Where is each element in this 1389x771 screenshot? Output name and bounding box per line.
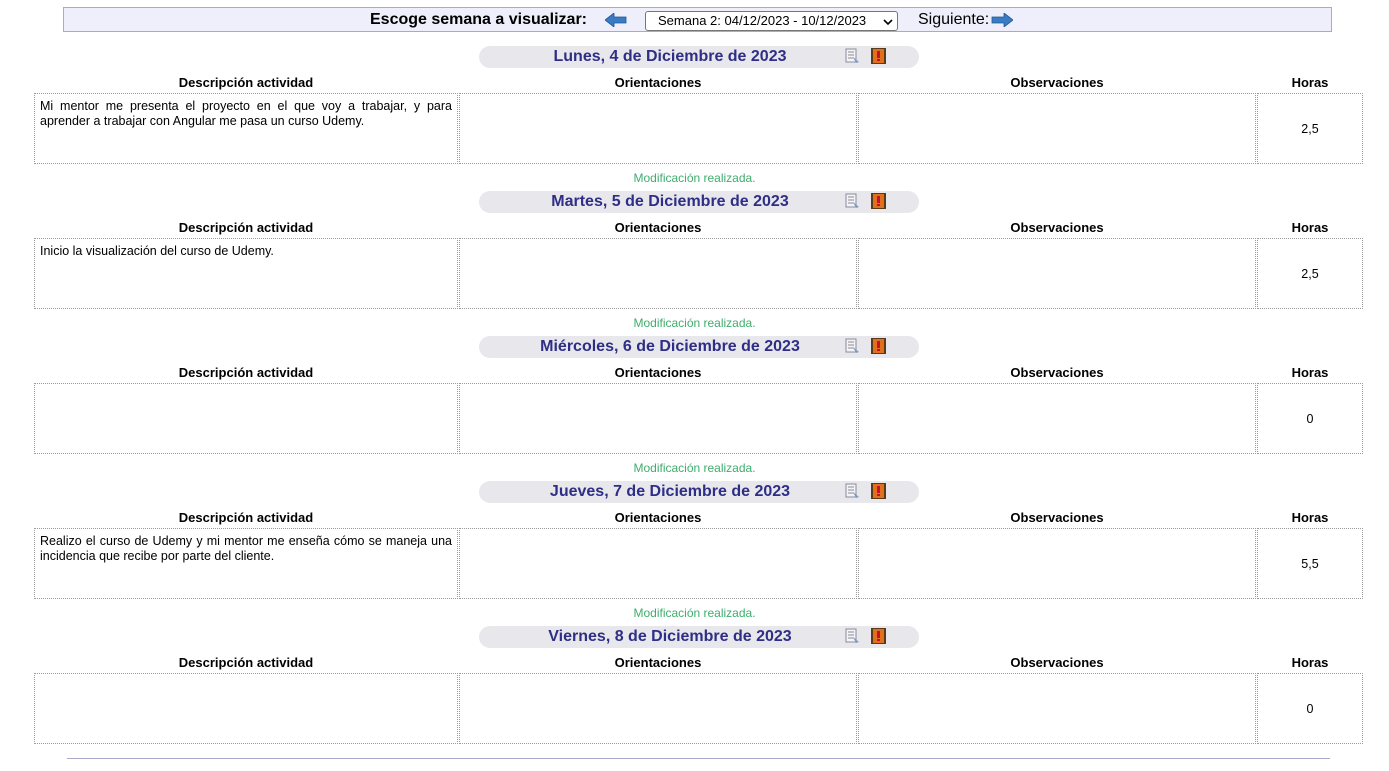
- print-document-icon[interactable]: [844, 193, 860, 209]
- day-header: Lunes, 4 de Diciembre de 2023: [479, 46, 919, 68]
- orientations-cell[interactable]: [459, 93, 857, 164]
- week-select-value: Semana 2: 04/12/2023 - 10/12/2023: [658, 13, 867, 28]
- description-cell[interactable]: Realizo el curso de Udemy y mi mentor me…: [34, 528, 458, 599]
- hours-cell[interactable]: 5,5: [1257, 528, 1363, 599]
- print-document-icon[interactable]: [844, 628, 860, 644]
- column-header-orientations: Orientaciones: [614, 510, 702, 525]
- day-header: Viernes, 8 de Diciembre de 2023: [479, 626, 919, 648]
- description-cell[interactable]: Mi mentor me presenta el proyecto en el …: [34, 93, 458, 164]
- book-icon[interactable]: [870, 627, 887, 645]
- day-title: Jueves, 7 de Diciembre de 2023: [549, 483, 791, 500]
- print-document-icon[interactable]: [844, 48, 860, 64]
- orientations-cell[interactable]: [459, 383, 857, 454]
- day-title: Miércoles, 6 de Diciembre de 2023: [540, 338, 800, 355]
- column-header-description: Descripción actividad: [178, 655, 314, 670]
- week-selector-label: Escoge semana a visualizar:: [370, 11, 587, 28]
- arrow-right-icon[interactable]: [991, 13, 1013, 27]
- orientations-cell[interactable]: [459, 673, 857, 744]
- day-header: Martes, 5 de Diciembre de 2023: [479, 191, 919, 213]
- column-header-description: Descripción actividad: [178, 365, 314, 380]
- column-header-description: Descripción actividad: [178, 510, 314, 525]
- status-message: Modificación realizada.: [633, 606, 756, 620]
- week-selector-bar: Escoge semana a visualizar: Semana 2: 04…: [63, 7, 1332, 32]
- column-header-observations: Observaciones: [1010, 220, 1104, 235]
- observations-cell[interactable]: [858, 528, 1256, 599]
- status-message: Modificación realizada.: [633, 316, 756, 330]
- column-header-description: Descripción actividad: [178, 75, 314, 90]
- column-header-orientations: Orientaciones: [614, 655, 702, 670]
- hours-cell[interactable]: 2,5: [1257, 93, 1363, 164]
- print-document-icon[interactable]: [844, 338, 860, 354]
- observations-cell[interactable]: [858, 238, 1256, 309]
- column-header-observations: Observaciones: [1010, 75, 1104, 90]
- day-title: Martes, 5 de Diciembre de 2023: [551, 193, 789, 210]
- day-header: Jueves, 7 de Diciembre de 2023: [479, 481, 919, 503]
- description-cell[interactable]: Inicio la visualización del curso de Ude…: [34, 238, 458, 309]
- day-section-wednesday: Modificación realizada. Miércoles, 6 de …: [0, 316, 1389, 481]
- status-message: Modificación realizada.: [633, 171, 756, 185]
- day-title: Viernes, 8 de Diciembre de 2023: [548, 628, 792, 645]
- column-header-observations: Observaciones: [1010, 510, 1104, 525]
- column-header-orientations: Orientaciones: [614, 220, 702, 235]
- column-header-observations: Observaciones: [1010, 365, 1104, 380]
- bottom-divider: [67, 758, 1330, 759]
- hours-cell[interactable]: 2,5: [1257, 238, 1363, 309]
- observations-cell[interactable]: [858, 93, 1256, 164]
- observations-cell[interactable]: [858, 673, 1256, 744]
- day-header: Miércoles, 6 de Diciembre de 2023: [479, 336, 919, 358]
- day-section-thursday: Modificación realizada. Jueves, 7 de Dic…: [0, 461, 1389, 626]
- week-select-dropdown[interactable]: Semana 2: 04/12/2023 - 10/12/2023: [645, 11, 898, 31]
- column-header-orientations: Orientaciones: [614, 75, 702, 90]
- chevron-down-icon: [883, 15, 893, 30]
- orientations-cell[interactable]: [459, 238, 857, 309]
- orientations-cell[interactable]: [459, 528, 857, 599]
- book-icon[interactable]: [870, 482, 887, 500]
- column-header-hours: Horas: [1291, 365, 1329, 380]
- day-title: Lunes, 4 de Diciembre de 2023: [553, 48, 787, 65]
- print-document-icon[interactable]: [844, 483, 860, 499]
- book-icon[interactable]: [870, 337, 887, 355]
- hours-cell[interactable]: 0: [1257, 673, 1363, 744]
- next-week-label: Siguiente:: [918, 11, 990, 28]
- status-message: Modificación realizada.: [633, 461, 756, 475]
- column-header-hours: Horas: [1291, 510, 1329, 525]
- column-header-description: Descripción actividad: [178, 220, 314, 235]
- arrow-left-icon[interactable]: [605, 13, 627, 27]
- day-section-tuesday: Modificación realizada. Martes, 5 de Dic…: [0, 171, 1389, 336]
- column-header-orientations: Orientaciones: [614, 365, 702, 380]
- column-header-hours: Horas: [1291, 75, 1329, 90]
- hours-cell[interactable]: 0: [1257, 383, 1363, 454]
- description-cell[interactable]: [34, 383, 458, 454]
- day-section-monday: Lunes, 4 de Diciembre de 2023 Descripció…: [0, 46, 1389, 191]
- column-header-observations: Observaciones: [1010, 655, 1104, 670]
- day-section-friday: Modificación realizada. Viernes, 8 de Di…: [0, 606, 1389, 771]
- book-icon[interactable]: [870, 192, 887, 210]
- column-header-hours: Horas: [1291, 655, 1329, 670]
- observations-cell[interactable]: [858, 383, 1256, 454]
- description-cell[interactable]: [34, 673, 458, 744]
- book-icon[interactable]: [870, 47, 887, 65]
- column-header-hours: Horas: [1291, 220, 1329, 235]
